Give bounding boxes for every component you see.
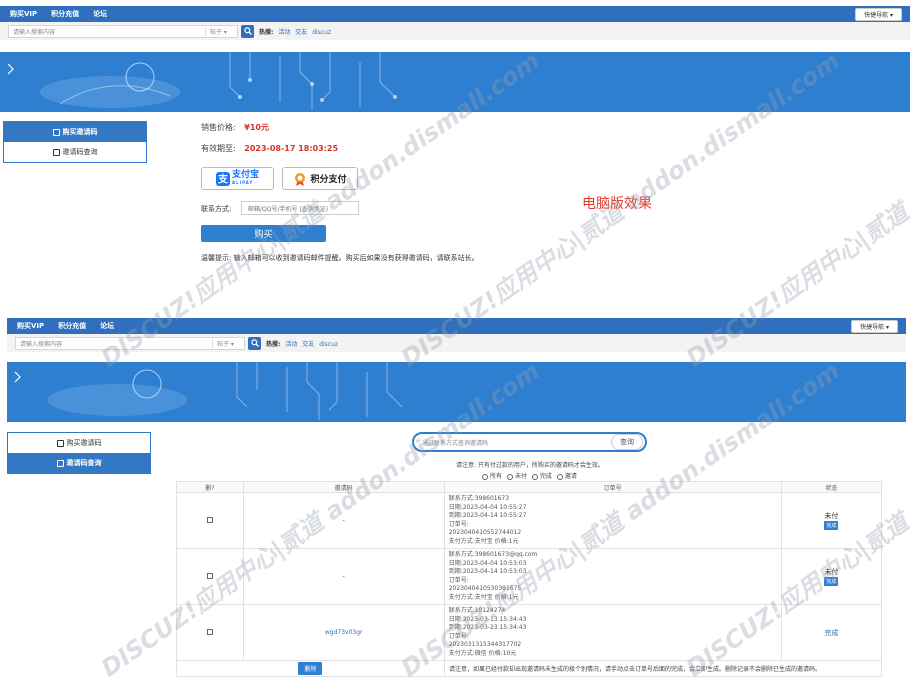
sidebar-item-buy-code[interactable]: 购买邀请码 bbox=[4, 122, 146, 142]
delete-button[interactable]: 删除 bbox=[298, 662, 323, 675]
col-header-status: 状态 bbox=[780, 481, 883, 493]
query-notice: 请注意: 只有付过款的用户，所购买的邀请码才会生效。 bbox=[456, 462, 604, 469]
search-row-2: 请输入搜索内容 帖子 ▾ 热搜: 活动 交友 discuz bbox=[7, 334, 906, 352]
hot-item[interactable]: 交友 bbox=[302, 341, 314, 348]
complete-button[interactable]: 完成 bbox=[824, 521, 839, 530]
contact-input[interactable]: 邮箱/QQ号/手机号 (查询凭证) bbox=[241, 201, 359, 215]
search-button[interactable] bbox=[241, 24, 254, 38]
hot-item[interactable]: discuz bbox=[319, 341, 338, 348]
hot-item[interactable]: 活动 bbox=[278, 29, 290, 36]
nav-forum[interactable]: 论坛 bbox=[93, 9, 107, 19]
medal-icon bbox=[295, 172, 306, 186]
search-icon bbox=[243, 27, 252, 35]
points-pay-button[interactable]: 积分支付 bbox=[282, 167, 358, 190]
contact-label: 联系方式: bbox=[201, 205, 232, 213]
status-text: 完成 bbox=[780, 604, 883, 661]
filter-radio-done[interactable] bbox=[531, 473, 538, 480]
alipay-button[interactable]: 支 支付宝 ALIPAY bbox=[201, 167, 274, 190]
orders-table: 删? 邀请码 订单号 状态 - 联系方式:398601673 日期:2023-0… bbox=[176, 481, 883, 677]
complete-button[interactable]: 完成 bbox=[824, 577, 839, 586]
invite-code: wgd73v03gr bbox=[242, 604, 445, 661]
search-input[interactable]: 请输入搜索内容 帖子 ▾ bbox=[15, 336, 245, 350]
nav-points-recharge[interactable]: 积分充值 bbox=[58, 321, 86, 331]
search-type-select[interactable]: 帖子 ▾ bbox=[205, 26, 233, 36]
status-text: 未付 bbox=[824, 512, 839, 520]
sidebar-menu-2: 购买邀请码 邀请码查询 bbox=[7, 432, 151, 474]
search-placeholder: 请输入搜索内容 bbox=[13, 28, 56, 36]
order-info: 联系方式:398601673@qq.com 日期:2023-04-04 10:5… bbox=[443, 548, 782, 605]
top-screen: 购买VIP 积分充值 论坛 快捷导航 ▾ 请输入搜索内容 帖子 ▾ 热搜: 活动… bbox=[0, 6, 910, 112]
invite-code: - bbox=[242, 492, 445, 549]
invite-code: - bbox=[242, 548, 445, 605]
svg-text:支: 支 bbox=[217, 172, 229, 185]
pc-version-caption: 电脑版效果 bbox=[582, 196, 652, 212]
col-header-code: 邀请码 bbox=[242, 481, 445, 493]
document-icon bbox=[56, 459, 64, 467]
quick-nav-button[interactable]: 快捷导航 ▾ bbox=[855, 7, 902, 21]
search-button[interactable] bbox=[248, 336, 261, 350]
top-nav-bar: 购买VIP 积分充值 论坛 快捷导航 ▾ bbox=[0, 6, 910, 22]
footer-note: 请注意，如果已经付款却出现邀请码未生成的极个别情况，请手动点击订单号后面的完成，… bbox=[443, 660, 883, 677]
col-header-order: 订单号 bbox=[443, 481, 782, 493]
nav-buy-vip[interactable]: 购买VIP bbox=[17, 321, 44, 331]
table-row: wgd73v03gr 联系方式:10124274 日期:2023-03-13 1… bbox=[176, 604, 883, 661]
row-checkbox[interactable] bbox=[206, 572, 213, 579]
query-input[interactable]: 通过联系方式查询邀请码 查询 bbox=[412, 432, 647, 452]
sidebar-item-query-code[interactable]: 邀请码查询 bbox=[4, 142, 146, 162]
banner-2 bbox=[7, 362, 906, 422]
expiry-row: 有效期至: 2023-08-17 18:03:25 bbox=[201, 144, 339, 153]
query-button[interactable]: 查询 bbox=[611, 434, 643, 450]
hot-item[interactable]: 活动 bbox=[285, 341, 297, 348]
row-checkbox[interactable] bbox=[206, 516, 213, 523]
nav-points-recharge[interactable]: 积分充值 bbox=[51, 9, 79, 19]
status-filter: 所有 未付 完成 邀请 bbox=[479, 471, 577, 480]
hot-search: 热搜: 活动 交友 discuz bbox=[266, 340, 339, 348]
quick-nav-button[interactable]: 快捷导航 ▾ bbox=[851, 319, 898, 333]
order-info: 联系方式:398601673 日期:2023-04-04 10:55:27 到期… bbox=[443, 492, 782, 549]
table-row: - 联系方式:398601673 日期:2023-04-04 10:55:27 … bbox=[176, 492, 883, 549]
nav-forum[interactable]: 论坛 bbox=[100, 321, 114, 331]
filter-radio-unpaid[interactable] bbox=[506, 473, 513, 480]
hot-search: 热搜: 活动 交友 discuz bbox=[259, 28, 332, 36]
search-row: 请输入搜索内容 帖子 ▾ 热搜: 活动 交友 discuz bbox=[0, 22, 910, 40]
purchase-tip: 温馨提示: 输入邮箱可以收到邀请码邮件提醒。购买后如果没有获得邀请码，请联系站长… bbox=[201, 254, 479, 262]
expiry-value: 2023-08-17 18:03:25 bbox=[244, 144, 339, 153]
hot-item[interactable]: discuz bbox=[312, 29, 331, 36]
buy-button[interactable]: 购买 bbox=[201, 225, 326, 242]
search-placeholder: 请输入搜索内容 bbox=[20, 340, 63, 348]
sidebar-menu: 购买邀请码 邀请码查询 bbox=[3, 121, 147, 163]
table-footer-row: 删除 请注意，如果已经付款却出现邀请码未生成的极个别情况，请手动点击订单号后面的… bbox=[176, 660, 883, 677]
document-icon bbox=[52, 148, 60, 156]
col-header-delete: 删? bbox=[176, 481, 244, 493]
status-text: 未付 bbox=[824, 568, 839, 576]
search-icon bbox=[250, 339, 259, 347]
order-info: 联系方式:10124274 日期:2023-03-13 15:34:43 到期:… bbox=[443, 604, 782, 661]
search-input[interactable]: 请输入搜索内容 帖子 ▾ bbox=[8, 24, 238, 38]
price-value: ¥10元 bbox=[244, 123, 269, 132]
nav-buy-vip[interactable]: 购买VIP bbox=[10, 9, 37, 19]
hot-item[interactable]: 交友 bbox=[295, 29, 307, 36]
sidebar-item-buy-code[interactable]: 购买邀请码 bbox=[8, 433, 150, 453]
bottom-screen: 购买VIP 积分充值 论坛 快捷导航 ▾ 请输入搜索内容 帖子 ▾ 热搜: 活动… bbox=[7, 318, 906, 422]
filter-radio-invite[interactable] bbox=[556, 473, 563, 480]
alipay-icon: 支 bbox=[215, 171, 230, 186]
filter-radio-all[interactable] bbox=[482, 473, 488, 480]
sidebar-item-query-code[interactable]: 邀请码查询 bbox=[8, 453, 150, 473]
cart-icon bbox=[56, 439, 64, 447]
top-nav-bar-2: 购买VIP 积分充值 论坛 快捷导航 ▾ bbox=[7, 318, 906, 334]
row-checkbox[interactable] bbox=[206, 628, 213, 635]
banner bbox=[0, 52, 910, 112]
table-row: - 联系方式:398601673@qq.com 日期:2023-04-04 10… bbox=[176, 548, 883, 605]
cart-icon bbox=[52, 128, 60, 136]
search-type-select[interactable]: 帖子 ▾ bbox=[212, 338, 240, 348]
price-row: 销售价格: ¥10元 bbox=[201, 123, 269, 132]
